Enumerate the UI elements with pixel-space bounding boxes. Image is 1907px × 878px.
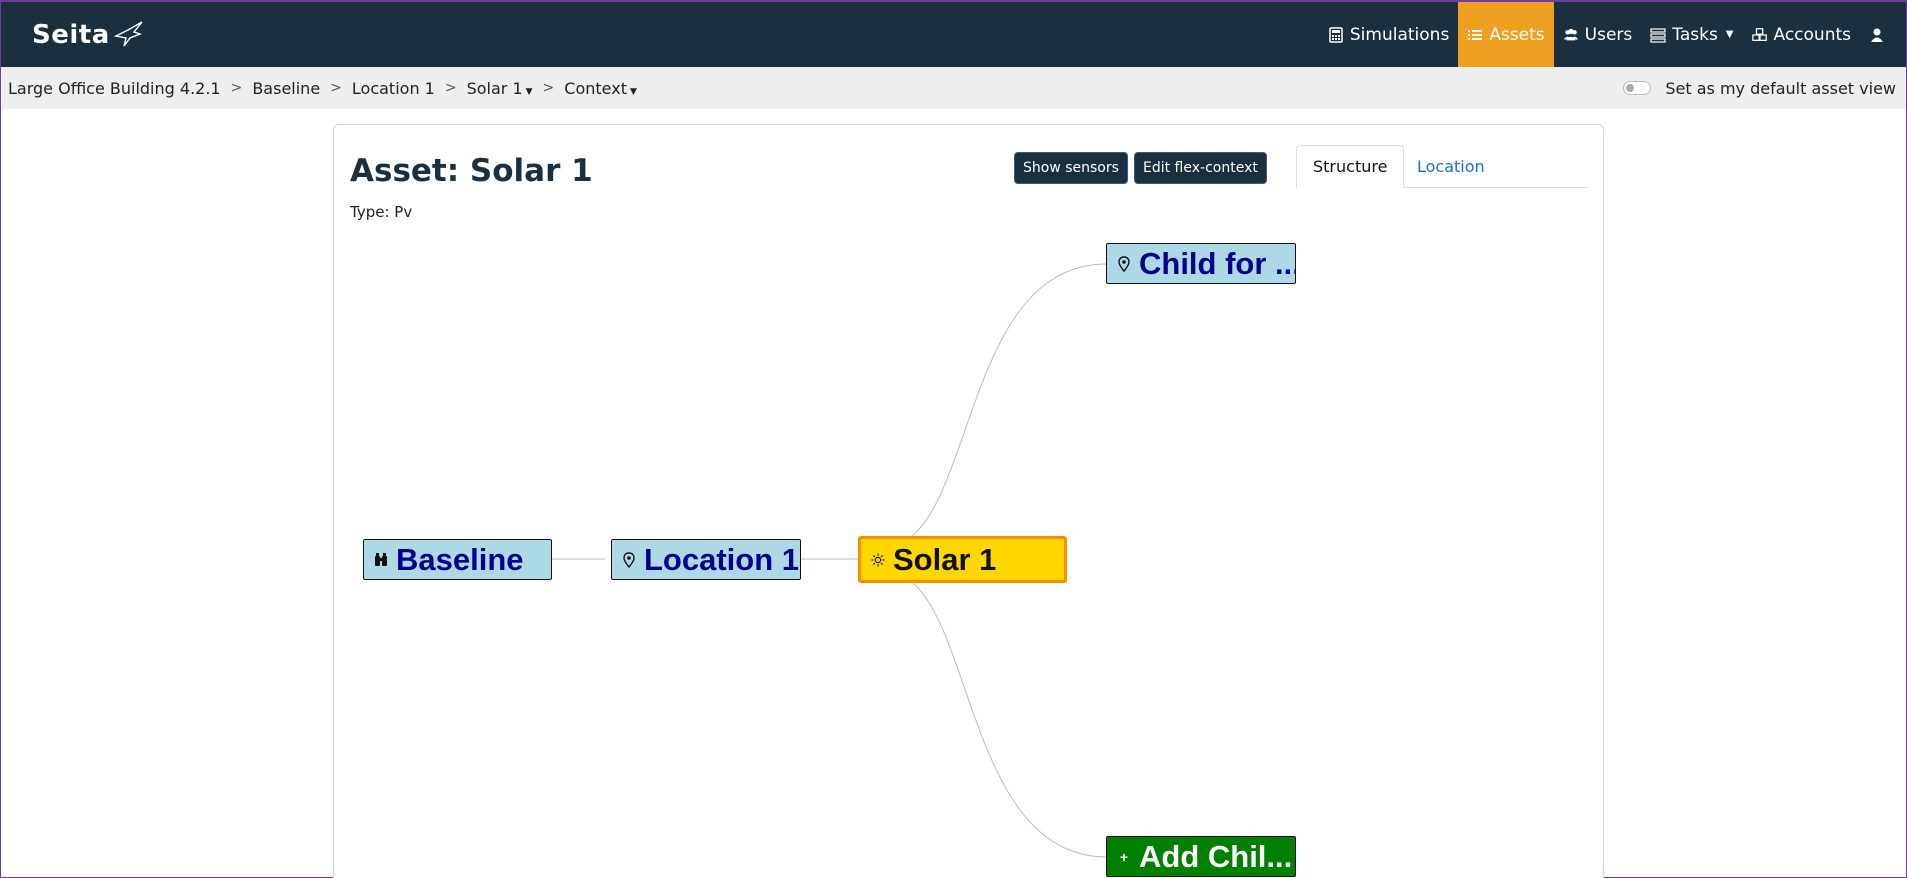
breadcrumb-baseline[interactable]: Baseline (252, 79, 320, 98)
asset-card: Asset: Solar 1 Type: Pv Show sensors Edi… (333, 124, 1604, 878)
top-navbar: Seita Simulations Assets Users Tasks ▼ A… (1, 0, 1906, 67)
graph-node-solar-1[interactable]: Solar 1 (858, 536, 1067, 583)
nav-simulations-label: Simulations (1349, 24, 1450, 45)
graph-node-baseline[interactable]: Baseline (363, 539, 552, 580)
caret-down-icon: ▼ (525, 86, 533, 97)
list-icon (1468, 29, 1483, 40)
edge-solar-add-child (911, 581, 1107, 858)
nav-accounts-label: Accounts (1773, 24, 1852, 45)
default-view-toggle: Set as my default asset view (1623, 67, 1896, 109)
nav-assets-label: Assets (1489, 24, 1545, 45)
nav-tasks-label: Tasks (1672, 24, 1718, 45)
breadcrumb-context-label: Context (564, 78, 627, 98)
graph-node-label: Location 1 (644, 541, 800, 577)
graph-edges (551, 263, 1107, 858)
cubes-icon (1751, 27, 1767, 41)
caret-down-icon: ▼ (629, 86, 637, 97)
breadcrumb-location[interactable]: Location 1 (352, 79, 435, 98)
graph-node-label: Add Chil... (1139, 838, 1293, 874)
graph-node-child[interactable]: Child for ... (1106, 243, 1296, 284)
graph-node-label: Child for ... (1139, 245, 1296, 281)
breadcrumb-solar-label: Solar 1 (466, 78, 523, 98)
nav-tasks[interactable]: Tasks ▼ (1641, 2, 1742, 67)
default-view-switch[interactable] (1623, 81, 1652, 95)
nav-simulations[interactable]: Simulations (1319, 2, 1458, 67)
nav-users-label: Users (1584, 24, 1633, 45)
graph-node-label: Solar 1 (893, 541, 997, 577)
binoculars-icon (374, 552, 388, 568)
plus-icon: + (1119, 848, 1129, 865)
breadcrumb-context-dropdown[interactable]: Context ▼ (564, 79, 637, 98)
nav-users[interactable]: Users (1554, 2, 1642, 67)
breadcrumb: Large Office Building 4.2.1 > Baseline >… (1, 67, 1906, 109)
users-icon (1563, 28, 1578, 40)
nav-assets[interactable]: Assets (1458, 2, 1554, 67)
breadcrumb-separator: > (444, 80, 457, 96)
sun-icon (871, 552, 885, 568)
breadcrumb-separator: > (542, 80, 555, 96)
breadcrumb-solar-dropdown[interactable]: Solar 1 ▼ (467, 79, 533, 98)
map-marker-icon (1117, 255, 1131, 272)
tasks-icon (1650, 27, 1666, 43)
nav-accounts[interactable]: Accounts (1743, 2, 1861, 67)
asset-structure-graph: Baseline Location 1 Solar 1 Child for ..… (334, 125, 1605, 878)
default-view-label: Set as my default asset view (1665, 78, 1896, 98)
graph-node-label: Baseline (396, 541, 524, 577)
graph-node-add-child[interactable]: + Add Chil... (1106, 836, 1296, 877)
chevron-down-icon: ▼ (1725, 29, 1734, 40)
user-icon (1871, 28, 1883, 42)
user-menu[interactable] (1860, 2, 1894, 67)
calculator-icon (1329, 26, 1343, 43)
breadcrumb-separator: > (330, 80, 342, 96)
brand-logo[interactable]: Seita (32, 20, 144, 50)
hummingbird-icon (113, 21, 143, 47)
breadcrumb-separator: > (230, 80, 243, 96)
edge-solar-child (911, 263, 1107, 537)
brand-name: Seita (32, 20, 110, 50)
graph-node-location-1[interactable]: Location 1 (611, 539, 801, 580)
map-marker-icon (622, 551, 636, 568)
breadcrumb-building[interactable]: Large Office Building 4.2.1 (8, 79, 221, 98)
